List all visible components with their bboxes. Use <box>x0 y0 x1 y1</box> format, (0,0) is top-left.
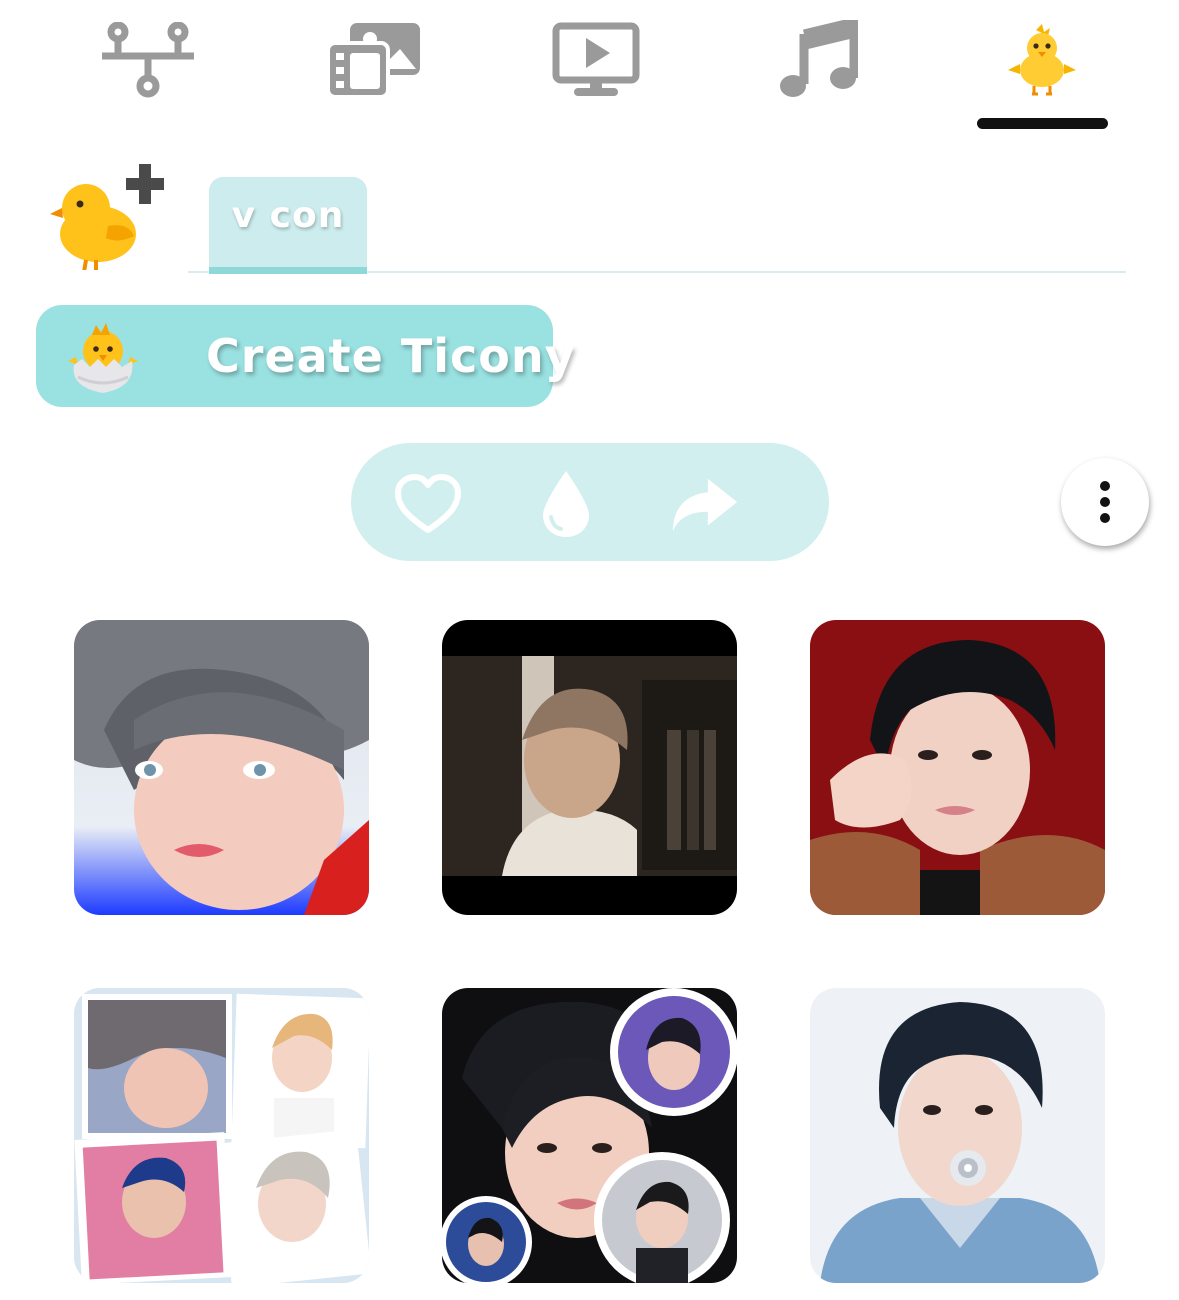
sticker-portrait-red-background[interactable] <box>810 620 1105 915</box>
share-button[interactable] <box>669 469 739 539</box>
sticker-image <box>442 620 737 915</box>
pack-tab-v-con[interactable]: v con <box>209 177 367 274</box>
tab-chick[interactable] <box>972 10 1112 110</box>
sticker-action-bar <box>351 443 829 561</box>
more-options-button[interactable] <box>1061 458 1149 546</box>
selected-tab-indicator <box>977 118 1108 129</box>
create-ticony-button[interactable]: Create Ticony <box>36 305 575 407</box>
sticker-image <box>810 620 1105 915</box>
share-arrow-icon <box>672 478 738 532</box>
drop-button[interactable] <box>531 469 601 539</box>
sticker-circle-collage[interactable] <box>442 988 737 1283</box>
media-gallery-icon <box>326 23 420 99</box>
sticker-video-frame[interactable] <box>442 620 737 915</box>
drop-icon <box>543 471 589 537</box>
tab-music[interactable] <box>748 10 888 110</box>
video-screen-icon <box>552 22 640 96</box>
network-icon <box>102 22 194 98</box>
sticker-collage[interactable] <box>74 988 369 1283</box>
sticker-portrait-flower[interactable] <box>810 988 1105 1283</box>
create-ticony-label: Create Ticony <box>206 329 576 383</box>
sticker-portrait-grey-hair[interactable] <box>74 620 369 915</box>
music-note-icon <box>780 20 858 97</box>
sticker-image <box>810 988 1105 1283</box>
add-pack-button[interactable] <box>48 160 168 273</box>
like-button[interactable] <box>393 469 463 539</box>
baby-chick-icon <box>1008 24 1076 96</box>
tab-network[interactable] <box>78 10 218 110</box>
hatching-chick-icon <box>68 323 138 393</box>
tab-video[interactable] <box>526 10 666 110</box>
sticker-image <box>74 988 369 1283</box>
heart-icon <box>395 474 461 533</box>
sticker-pack-row: v con <box>0 150 1179 280</box>
sticker-image <box>74 620 369 915</box>
more-vertical-icon <box>1100 481 1110 523</box>
top-tab-bar <box>0 0 1179 140</box>
sticker-grid <box>0 620 1179 1300</box>
sticker-image <box>442 988 737 1283</box>
add-chick-icon <box>50 164 164 273</box>
pack-tab-label: v con <box>231 195 345 236</box>
tab-media-gallery[interactable] <box>304 10 444 110</box>
